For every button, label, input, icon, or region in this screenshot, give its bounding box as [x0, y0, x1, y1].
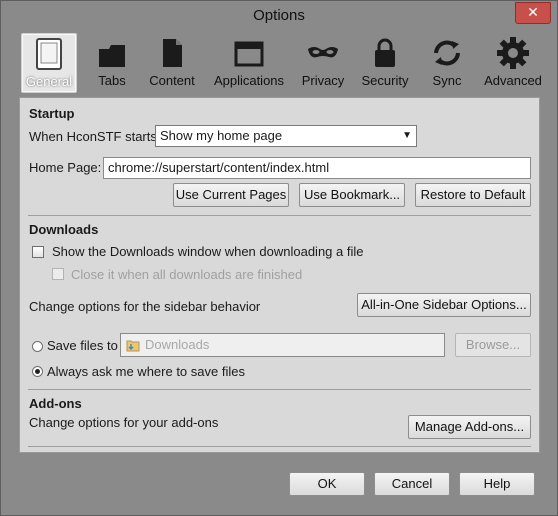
sync-icon [434, 40, 460, 66]
separator [28, 215, 531, 216]
content-icon [163, 39, 182, 67]
pane-toolbar: General Tabs Content Applications Privac… [11, 31, 551, 93]
manage-addons-button[interactable]: Manage Add-ons... [408, 415, 531, 439]
separator [28, 389, 531, 390]
downloads-heading: Downloads [29, 222, 99, 237]
tab-label: Content [149, 73, 195, 88]
startup-label: When HconSTF starts: [29, 129, 161, 144]
use-current-pages-button[interactable]: Use Current Pages [173, 183, 289, 207]
applications-icon [234, 41, 264, 67]
tabs-icon [99, 45, 125, 67]
tab-label: Tabs [98, 73, 126, 88]
tab-content[interactable]: Content [144, 33, 200, 91]
startup-heading: Startup [29, 106, 75, 121]
home-page-value: chrome://superstart/content/index.html [108, 160, 330, 175]
ok-button[interactable]: OK [289, 472, 365, 496]
tab-advanced[interactable]: Advanced [481, 33, 545, 91]
browse-button[interactable]: Browse... [455, 333, 531, 357]
security-icon [375, 38, 395, 67]
tab-label: Sync [432, 73, 462, 88]
use-bookmark-button[interactable]: Use Bookmark... [299, 183, 405, 207]
window-titlebar: Options [1, 1, 557, 31]
close-button[interactable]: ✕ [515, 2, 551, 24]
addons-label: Change options for your add-ons [29, 415, 219, 430]
sidebar-behavior-label: Change options for the sidebar behavior [29, 299, 261, 314]
tab-applications[interactable]: Applications [209, 33, 289, 91]
tab-label: Applications [213, 73, 285, 88]
save-folder-value: Downloads [145, 337, 210, 352]
addons-heading: Add-ons [29, 396, 82, 411]
close-when-done-checkbox[interactable] [52, 268, 64, 280]
cancel-button[interactable]: Cancel [374, 472, 450, 496]
window-title: Options [253, 7, 305, 24]
tab-label: General [25, 74, 73, 89]
tab-label: Advanced [484, 73, 542, 88]
home-page-label: Home Page: [29, 160, 102, 175]
restore-default-button[interactable]: Restore to Default [415, 183, 531, 207]
sidebar-options-button[interactable]: All-in-One Sidebar Options... [357, 293, 531, 317]
general-panel: Startup When HconSTF starts: Show my hom… [19, 97, 540, 453]
general-icon [36, 38, 62, 70]
folder-icon [126, 340, 140, 352]
tab-label: Privacy [301, 73, 345, 88]
privacy-icon [308, 47, 338, 58]
tab-tabs[interactable]: Tabs [85, 33, 139, 91]
chevron-down-icon: ▼ [402, 130, 412, 141]
home-page-input[interactable]: chrome://superstart/content/index.html [103, 157, 531, 179]
tab-privacy[interactable]: Privacy [295, 33, 351, 91]
save-files-radio[interactable] [32, 341, 43, 352]
show-downloads-checkbox[interactable] [32, 246, 44, 258]
save-files-label: Save files to [47, 338, 118, 353]
close-when-done-label: Close it when all downloads are finished [71, 267, 303, 282]
advanced-icon [497, 37, 529, 69]
always-ask-radio[interactable] [32, 366, 43, 377]
show-downloads-label: Show the Downloads window when downloadi… [52, 244, 364, 259]
help-button[interactable]: Help [459, 472, 535, 496]
close-icon: ✕ [527, 4, 539, 20]
startup-select-value: Show my home page [160, 128, 283, 143]
separator [28, 446, 531, 447]
tab-security[interactable]: Security [357, 33, 413, 91]
tab-label: Security [361, 73, 409, 88]
save-folder-field[interactable]: Downloads [120, 333, 445, 357]
always-ask-label: Always ask me where to save files [47, 364, 245, 379]
startup-select[interactable]: Show my home page ▼ [155, 125, 417, 147]
tab-general[interactable]: General [21, 33, 77, 93]
tab-sync[interactable]: Sync [421, 33, 473, 91]
options-window: Options ✕ General Tabs Content Applicati… [0, 0, 558, 516]
